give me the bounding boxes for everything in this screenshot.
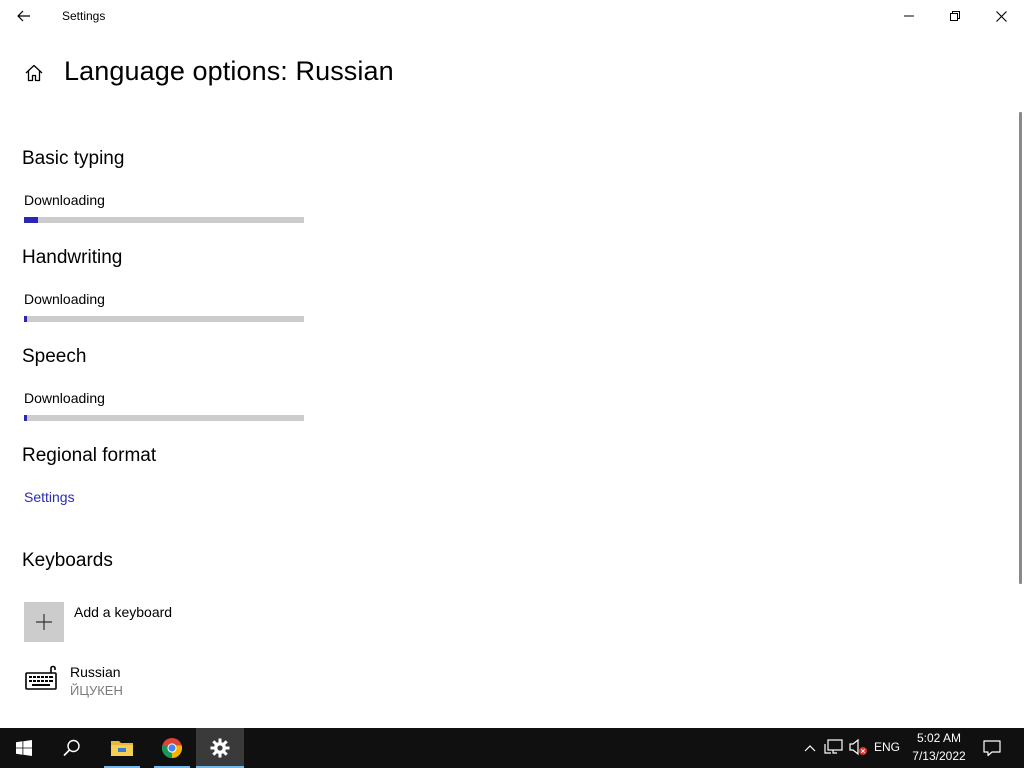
taskbar-settings[interactable]	[196, 728, 244, 768]
handwriting-status: Downloading	[24, 291, 105, 307]
page-title: Language options: Russian	[64, 56, 394, 86]
start-button[interactable]	[0, 728, 48, 768]
speech-progress-fill	[24, 415, 27, 421]
taskbar: ENG 5:02 AM 7/13/2022	[0, 728, 1024, 768]
volume-muted-icon	[849, 738, 867, 756]
keyboard-item-layout: ЙЦУКЕН	[70, 683, 123, 698]
speech-progress-bar	[24, 415, 304, 421]
back-arrow-icon	[17, 10, 30, 22]
network-icon	[824, 739, 843, 754]
network-button[interactable]	[824, 738, 846, 758]
plus-icon	[36, 614, 52, 630]
handwriting-progress-bar	[24, 316, 304, 322]
basic-typing-status: Downloading	[24, 192, 105, 208]
restore-icon	[950, 11, 960, 21]
speech-heading: Speech	[22, 346, 87, 367]
taskbar-search-button[interactable]	[48, 728, 96, 768]
chevron-up-icon	[804, 745, 816, 752]
windows-start-icon	[16, 740, 32, 756]
taskbar-chrome[interactable]	[148, 728, 196, 768]
minimize-icon	[904, 15, 914, 17]
restore-button[interactable]	[932, 0, 978, 32]
basic-typing-progress-fill	[24, 217, 38, 223]
show-hidden-icons-button[interactable]	[800, 738, 820, 758]
title-bar: Settings	[0, 0, 1024, 32]
settings-gear-icon	[210, 738, 230, 758]
speech-status: Downloading	[24, 390, 105, 406]
basic-typing-heading: Basic typing	[22, 148, 125, 169]
back-button[interactable]	[8, 2, 40, 30]
search-icon	[63, 739, 80, 757]
handwriting-heading: Handwriting	[22, 247, 123, 268]
volume-button[interactable]	[848, 738, 870, 758]
basic-typing-progress-bar	[24, 217, 304, 223]
clock-date[interactable]: 7/13/2022	[906, 749, 972, 763]
close-button[interactable]	[978, 0, 1024, 32]
input-language-indicator[interactable]: ENG	[874, 740, 900, 754]
keyboard-item-name[interactable]: Russian	[70, 664, 121, 680]
add-keyboard-button[interactable]	[24, 602, 64, 642]
window-title: Settings	[62, 9, 106, 23]
file-explorer-icon	[111, 741, 133, 756]
regional-format-settings-link[interactable]: Settings	[24, 489, 75, 505]
chrome-icon	[161, 738, 183, 759]
clock-time[interactable]: 5:02 AM	[906, 731, 972, 745]
keyboards-heading: Keyboards	[22, 550, 113, 571]
minimize-button[interactable]	[886, 0, 932, 32]
home-icon	[25, 64, 43, 82]
regional-format-heading: Regional format	[22, 445, 157, 466]
handwriting-progress-fill	[24, 316, 27, 322]
notification-icon	[983, 740, 1001, 757]
add-keyboard-label[interactable]: Add a keyboard	[74, 604, 172, 620]
taskbar-file-explorer[interactable]	[98, 728, 146, 768]
action-center-button[interactable]	[980, 736, 1004, 760]
scrollbar[interactable]	[1019, 112, 1022, 584]
close-icon	[995, 10, 1007, 22]
keyboard-icon	[24, 664, 60, 694]
home-button[interactable]	[22, 61, 46, 85]
